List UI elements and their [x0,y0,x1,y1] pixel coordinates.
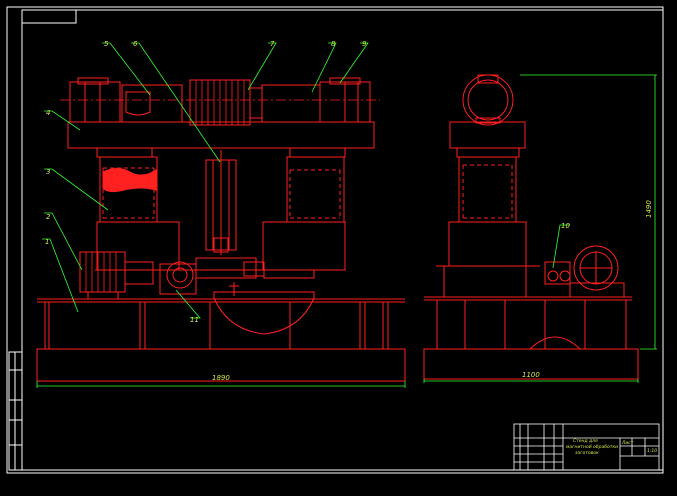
dim-front-width: 1890 [212,374,230,382]
front-view [36,77,406,382]
label-item-9: 9 [362,40,367,48]
label-item-8: 8 [331,40,336,48]
label-item-6: 6 [133,40,138,48]
title-line-1: Стенд для [573,438,598,444]
title-sheet-label: Лист [621,440,634,446]
drawing-sheet: 1890 1100 1490 1 2 3 4 5 6 7 8 9 10 11 С… [6,6,664,474]
side-view [423,74,639,380]
title-line-2: магнитной обработки [566,444,618,450]
label-item-2: 2 [46,213,51,221]
label-item-7: 7 [270,40,275,48]
label-item-4: 4 [46,109,50,117]
dim-height: 1490 [645,200,653,218]
label-item-11: 11 [190,316,199,324]
sheet-frame [6,6,664,474]
label-item-3: 3 [46,168,50,176]
label-item-5: 5 [104,40,109,48]
title-line-3: заготовок [575,451,599,456]
dim-side-width: 1100 [522,371,540,379]
title-scale: 1:10 [647,448,657,454]
label-item-1: 1 [45,238,49,246]
label-item-10: 10 [561,222,570,230]
